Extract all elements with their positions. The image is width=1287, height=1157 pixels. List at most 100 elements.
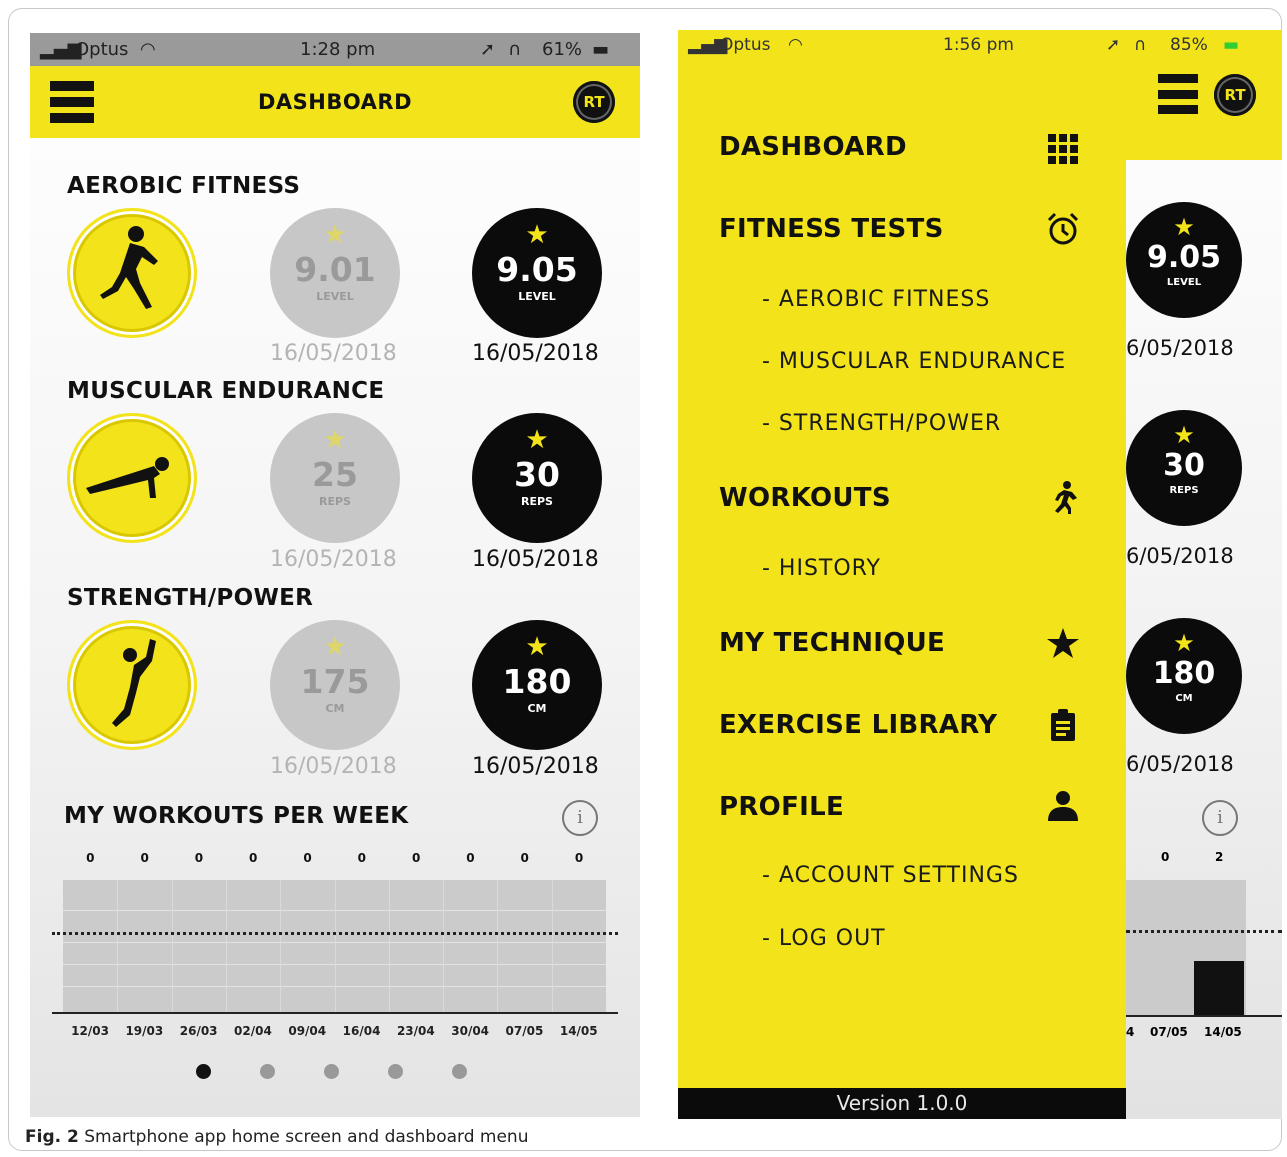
peek-x-label: 07/05 bbox=[1150, 1025, 1188, 1039]
menu-subitem-account-settings[interactable]: - ACCOUNT SETTINGS bbox=[762, 863, 1019, 888]
menu-item-exercise-library[interactable]: EXERCISE LIBRARY bbox=[719, 710, 997, 740]
chart-baseline bbox=[52, 1012, 618, 1014]
best-score-value: 9.05 bbox=[1146, 240, 1222, 275]
page-dot[interactable] bbox=[388, 1064, 403, 1079]
previous-score-unit: CM bbox=[325, 702, 345, 715]
page-dot[interactable] bbox=[260, 1064, 275, 1079]
page-title: DASHBOARD bbox=[257, 90, 413, 114]
status-bar: ▂▄▆ Optus ◠ 1:56 pm ➚ ∩ 85% ▬ bbox=[678, 30, 1282, 60]
navigation-drawer: DASHBOARD FITNESS TESTS - AEROBIC FITNES… bbox=[678, 60, 1126, 1088]
target-line bbox=[52, 932, 618, 935]
page-dot[interactable] bbox=[452, 1064, 467, 1079]
workouts-chart-title: MY WORKOUTS PER WEEK bbox=[64, 803, 409, 829]
previous-score-date: 16/05/2018 bbox=[270, 341, 397, 366]
previous-score-badge[interactable]: ★ 175 CM bbox=[270, 620, 400, 750]
menu-item-fitness-tests[interactable]: FITNESS TESTS bbox=[719, 214, 944, 244]
chart-x-label: 12/03 bbox=[71, 1024, 109, 1038]
app-logo-icon[interactable]: RT bbox=[573, 81, 615, 123]
chart-value-label: 0 bbox=[194, 851, 204, 865]
runner-silhouette bbox=[100, 226, 158, 309]
previous-score-value: 9.01 bbox=[294, 250, 376, 289]
best-score-value: 180 bbox=[1152, 656, 1216, 691]
hamburger-menu-icon[interactable] bbox=[1158, 74, 1198, 114]
previous-score-unit: LEVEL bbox=[316, 290, 354, 303]
app-header: RT bbox=[1126, 60, 1282, 160]
grid-icon bbox=[1048, 134, 1078, 164]
best-score-unit: CM bbox=[1175, 693, 1193, 704]
section-title-strength: STRENGTH/POWER bbox=[67, 585, 314, 611]
battery-percent: 61% bbox=[542, 39, 583, 60]
app-logo-icon[interactable]: RT bbox=[1214, 74, 1256, 116]
menu-subitem-aerobic-fitness[interactable]: - AEROBIC FITNESS bbox=[762, 287, 990, 312]
best-score-value: 9.05 bbox=[496, 250, 578, 289]
headphones-icon: ∩ bbox=[508, 39, 522, 60]
figure-caption-text: Smartphone app home screen and dashboard… bbox=[84, 1127, 529, 1147]
best-score-value: 30 bbox=[1163, 448, 1205, 483]
chart-value-label: 0 bbox=[249, 851, 258, 865]
chart-x-label: 26/03 bbox=[179, 1024, 218, 1038]
chart-x-label: 14/05 bbox=[559, 1024, 598, 1038]
chart-x-label: 19/03 bbox=[125, 1024, 164, 1038]
chart-x-label: 09/04 bbox=[288, 1024, 327, 1038]
best-score-date: 16/05/2018 bbox=[472, 547, 599, 572]
running-icon bbox=[1055, 481, 1077, 514]
chart-plot-area bbox=[63, 880, 606, 1012]
previous-score-unit: REPS bbox=[319, 495, 351, 508]
previous-score-value: 175 bbox=[300, 662, 370, 701]
menu-subitem-log-out[interactable]: - LOG OUT bbox=[762, 926, 886, 951]
jumper-icon[interactable] bbox=[67, 620, 197, 750]
star-icon: ★ bbox=[525, 220, 549, 250]
status-time: 1:56 pm bbox=[943, 35, 1014, 55]
section-title-muscular: MUSCULAR ENDURANCE bbox=[67, 378, 385, 404]
star-icon: ★ bbox=[323, 632, 347, 662]
previous-score-badge[interactable]: ★ 25 REPS bbox=[270, 413, 400, 543]
best-score-badge: ★ 9.05 LEVEL bbox=[1126, 202, 1242, 318]
best-score-badge: ★ 30 REPS bbox=[1126, 410, 1242, 526]
best-score-badge[interactable]: ★ 180 CM bbox=[472, 620, 602, 750]
wifi-icon: ◠ bbox=[140, 39, 156, 60]
previous-score-badge[interactable]: ★ 9.01 LEVEL bbox=[270, 208, 400, 338]
star-icon: ★ bbox=[1173, 629, 1195, 657]
chart-baseline bbox=[1126, 1015, 1282, 1017]
peek-x-label: 4 bbox=[1126, 1025, 1135, 1039]
carrier-name: Optus bbox=[75, 39, 129, 60]
person-icon bbox=[1048, 791, 1078, 821]
menu-item-dashboard[interactable]: DASHBOARD bbox=[719, 132, 907, 162]
previous-score-date: 16/05/2018 bbox=[270, 754, 397, 779]
menu-subitem-muscular-endurance[interactable]: - MUSCULAR ENDURANCE bbox=[762, 349, 1066, 374]
peek-count-label: 2 bbox=[1215, 850, 1224, 864]
best-score-unit: REPS bbox=[521, 495, 553, 508]
peek-count-label: 0 bbox=[1161, 850, 1170, 864]
battery-icon: ▬ bbox=[1223, 35, 1240, 55]
page-dot[interactable] bbox=[196, 1064, 211, 1079]
best-score-unit: LEVEL bbox=[518, 290, 556, 303]
menu-subitem-strength-power[interactable]: - STRENGTH/POWER bbox=[762, 411, 1001, 436]
best-score-badge[interactable]: ★ 9.05 LEVEL bbox=[472, 208, 602, 338]
peek-chart-bar bbox=[1194, 961, 1244, 1015]
best-score-badge[interactable]: ★ 30 REPS bbox=[472, 413, 602, 543]
chart-value-label: 0 bbox=[303, 851, 312, 865]
best-score-unit: REPS bbox=[1169, 485, 1199, 496]
star-icon: ★ bbox=[323, 220, 347, 250]
battery-percent: 85% bbox=[1170, 35, 1208, 55]
runner-icon[interactable] bbox=[67, 208, 197, 338]
headphones-icon: ∩ bbox=[1134, 35, 1147, 55]
chart-value-label: 0 bbox=[520, 851, 529, 865]
jumper-silhouette bbox=[112, 639, 156, 727]
menu-item-my-technique[interactable]: MY TECHNIQUE bbox=[719, 628, 945, 658]
menu-item-profile[interactable]: PROFILE bbox=[719, 792, 844, 822]
chart-x-label: 30/04 bbox=[451, 1024, 490, 1038]
pushup-icon[interactable] bbox=[67, 413, 197, 543]
best-score-date: 6/05/2018 bbox=[1126, 336, 1234, 360]
info-icon: i bbox=[1202, 800, 1238, 836]
menu-subitem-history[interactable]: - HISTORY bbox=[762, 556, 881, 581]
menu-item-workouts[interactable]: WORKOUTS bbox=[719, 483, 891, 513]
chart-value-label: 0 bbox=[411, 851, 421, 865]
best-score-date: 6/05/2018 bbox=[1126, 544, 1234, 568]
status-bar: ▂▄▆ Optus ◠ 1:28 pm ➚ ∩ 61% ▬ bbox=[30, 33, 640, 66]
info-icon[interactable]: i bbox=[562, 800, 598, 836]
page-dot[interactable] bbox=[324, 1064, 339, 1079]
dashboard-screen: ▂▄▆ Optus ◠ 1:28 pm ➚ ∩ 61% ▬ DASHBOARD … bbox=[30, 33, 640, 1117]
location-icon: ➚ bbox=[1106, 35, 1121, 55]
wifi-icon: ◠ bbox=[788, 35, 803, 55]
